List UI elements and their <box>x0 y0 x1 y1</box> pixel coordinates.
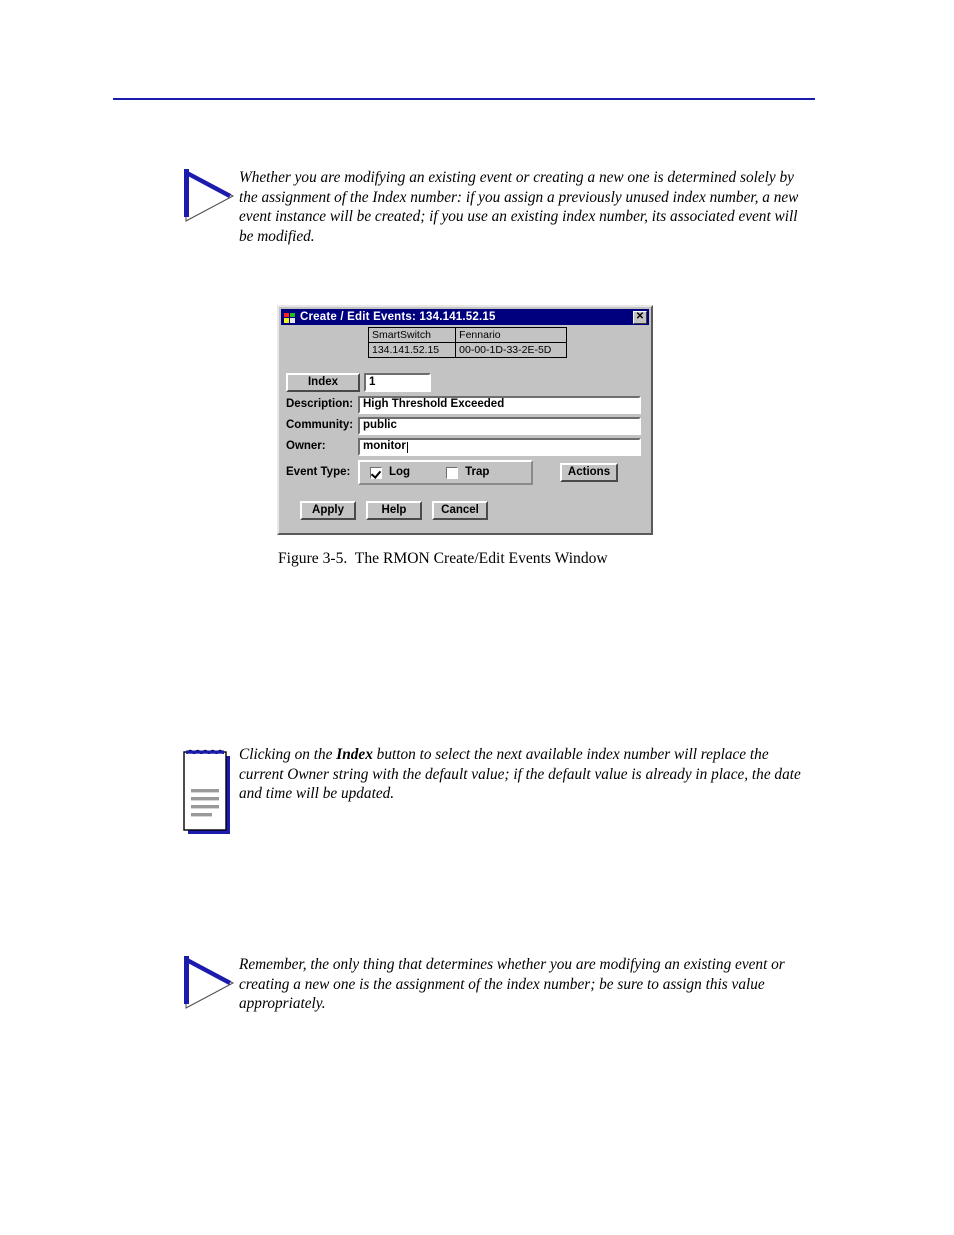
trap-checkbox-item[interactable]: Trap <box>446 465 490 479</box>
tip-triangle-icon <box>183 168 239 226</box>
owner-input[interactable]: monitor <box>358 438 641 456</box>
application-window-icon <box>283 311 296 324</box>
close-icon[interactable]: ✕ <box>633 310 647 324</box>
device-mac-value: 00-00-1D-33-2E-5D <box>455 342 567 358</box>
event-type-group: Log Trap <box>358 460 533 485</box>
figure-caption: Figure 3-5. The RMON Create/Edit Events … <box>278 550 608 567</box>
tip-triangle-icon <box>183 955 239 1013</box>
device-info-table: SmartSwitch Fennario 134.141.52.15 00-00… <box>367 327 567 358</box>
header-rule <box>113 98 815 100</box>
index-row: Index 1 <box>286 373 431 392</box>
note-text-bold: Index <box>336 746 373 763</box>
table-row-headers: SmartSwitch Fennario <box>367 327 567 343</box>
trap-checkbox[interactable] <box>446 466 459 479</box>
help-button[interactable]: Help <box>366 501 422 520</box>
table-row-values: 134.141.52.15 00-00-1D-33-2E-5D <box>367 342 567 358</box>
owner-label: Owner: <box>286 440 326 453</box>
note-text: Whether you are modifying an existing ev… <box>239 169 799 245</box>
cancel-button[interactable]: Cancel <box>432 501 488 520</box>
device-name-header: Fennario <box>455 327 567 343</box>
community-input[interactable]: public <box>358 417 641 435</box>
note-block-tip-2: Remember, the only thing that determines… <box>183 955 813 1014</box>
log-checkbox[interactable] <box>370 466 382 479</box>
community-row: Community: public <box>286 417 641 435</box>
dialog-title: Create / Edit Events: 134.141.52.15 <box>300 311 496 323</box>
owner-input-value: monitor <box>363 440 406 453</box>
note-block-tip-1: Whether you are modifying an existing ev… <box>183 168 813 246</box>
actions-button[interactable]: Actions <box>560 463 618 482</box>
create-edit-events-dialog[interactable]: Create / Edit Events: 134.141.52.15 ✕ Sm… <box>277 305 653 535</box>
note-text: Clicking on the Index button to select t… <box>239 745 801 804</box>
index-button[interactable]: Index <box>286 373 360 392</box>
notepad-icon <box>183 745 239 837</box>
note-text-before: Clicking on the <box>239 746 337 763</box>
note-text: Remember, the only thing that determines… <box>239 956 785 1013</box>
index-input[interactable]: 1 <box>364 373 431 392</box>
description-input[interactable]: High Threshold Exceeded <box>358 396 641 414</box>
log-checkbox-label: Log <box>389 465 411 478</box>
community-label: Community: <box>286 419 354 432</box>
apply-button[interactable]: Apply <box>300 501 356 520</box>
dialog-button-bar: Apply Help Cancel <box>300 501 488 520</box>
event-type-label: Event Type: <box>286 465 351 478</box>
trap-checkbox-label: Trap <box>465 465 490 478</box>
description-row: Description: High Threshold Exceeded <box>286 396 641 414</box>
owner-row: Owner: monitor <box>286 438 641 456</box>
log-checkbox-item[interactable]: Log <box>370 465 411 479</box>
device-ip-value: 134.141.52.15 <box>367 342 457 358</box>
dialog-titlebar[interactable]: Create / Edit Events: 134.141.52.15 ✕ <box>281 309 649 325</box>
note-block-note: Clicking on the Index button to select t… <box>183 745 813 837</box>
text-caret <box>406 441 408 453</box>
event-type-row: Event Type: Log Trap Actions <box>286 460 618 485</box>
device-type-header: SmartSwitch <box>367 327 457 343</box>
description-label: Description: <box>286 398 354 411</box>
